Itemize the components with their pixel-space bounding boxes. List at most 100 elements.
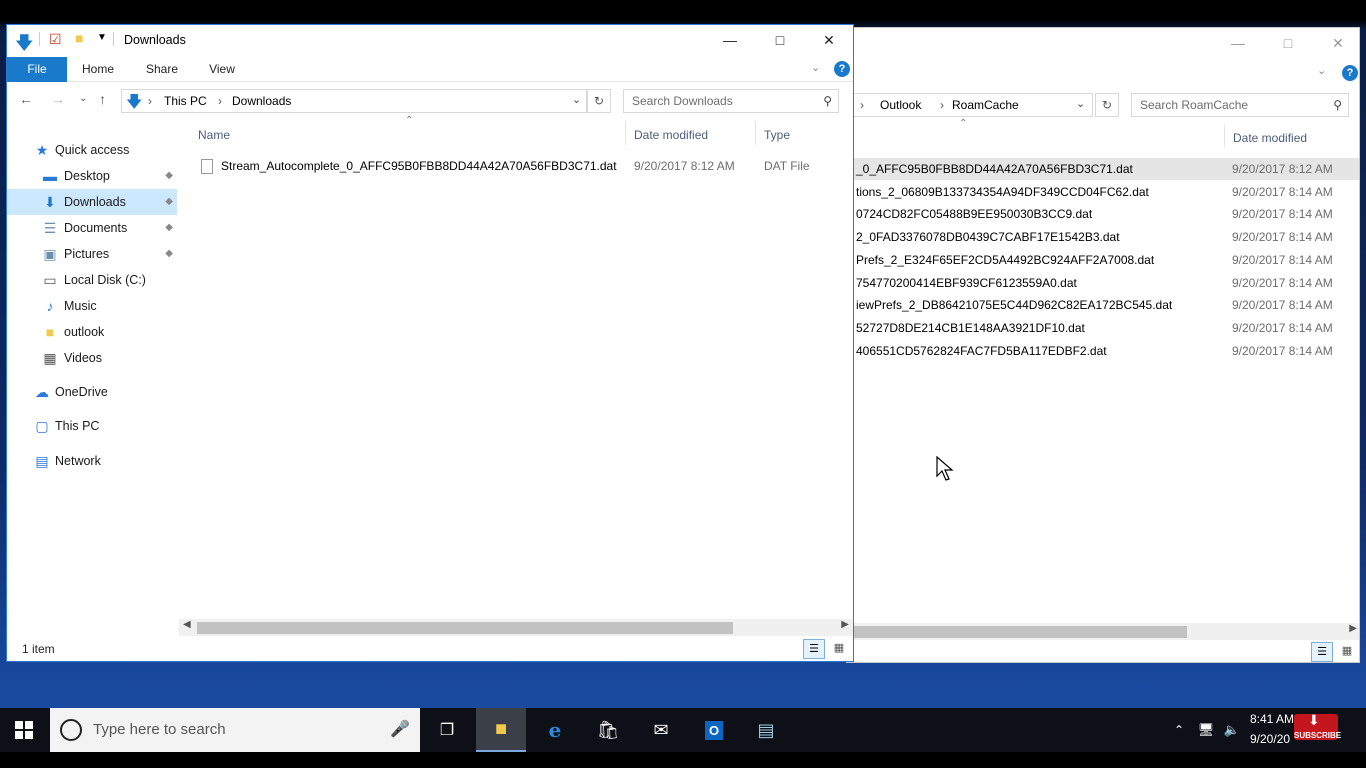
scroll-left-icon[interactable]: ◀ [183, 619, 191, 630]
volume-muted-icon[interactable]: 🔈 [1220, 708, 1244, 752]
file-name[interactable]: 52727D8DE214CB1E148AA3921DF10.dat [856, 317, 1085, 339]
scrollbar-thumb[interactable] [847, 626, 1187, 638]
edge-browser-icon[interactable]: e [530, 708, 580, 752]
file-name[interactable]: Prefs_2_E324F65EF2CD5A4492BC924AFF2A7008… [856, 249, 1154, 271]
store-icon[interactable]: 🛍 [584, 708, 632, 752]
pin-icon[interactable]: ◆ [165, 189, 173, 215]
file-name[interactable]: _0_AFFC95B0FBB8DD44A42A70A56FBD3C71.dat [856, 158, 1133, 180]
file-name[interactable]: 406551CD5762824FAC7FD5BA117EDBF2.dat [856, 340, 1107, 362]
sidebar-item-desktop[interactable]: ▬Desktop◆ [7, 163, 177, 189]
show-hidden-icons-chevron-icon[interactable]: ⌃ [1168, 708, 1190, 752]
breadcrumb-downloads[interactable]: Downloads [232, 94, 291, 108]
tab-file[interactable]: File [7, 57, 67, 82]
table-row[interactable]: 0724CD82FC05488B9EE950030B3CC9.dat9/20/2… [847, 203, 1359, 225]
clock-date[interactable]: 9/20/20 [1250, 732, 1290, 746]
refresh-button[interactable]: ↻ [587, 89, 611, 113]
quick-access-toolbar-dropdown-icon[interactable]: ▼ [97, 32, 107, 43]
pin-icon[interactable]: ◆ [165, 215, 173, 241]
chevron-down-icon[interactable]: ⌄ [572, 93, 581, 106]
table-row[interactable]: Prefs_2_E324F65EF2CD5A4492BC924AFF2A7008… [847, 249, 1359, 271]
taskbar-search-box[interactable]: Type here to search 🎤 [50, 708, 420, 752]
tab-view[interactable]: View [197, 57, 247, 82]
sidebar-item-pictures[interactable]: ▣Pictures◆ [7, 241, 177, 267]
scroll-right-icon[interactable]: ▶ [841, 619, 849, 630]
notepad-app-icon[interactable]: ▤ [742, 708, 790, 752]
table-row[interactable]: 406551CD5762824FAC7FD5BA117EDBF2.dat9/20… [847, 340, 1359, 362]
help-icon[interactable]: ? [834, 61, 850, 77]
properties-icon[interactable]: ☑ [49, 31, 62, 48]
chevron-down-icon[interactable]: ⌄ [1076, 97, 1085, 110]
search-input[interactable]: Search Downloads ⚲ [623, 89, 839, 113]
outlook-icon[interactable]: O [690, 708, 738, 752]
table-row[interactable]: iewPrefs_2_DB86421075E5C44D962C82EA172BC… [847, 294, 1359, 316]
network-status-icon[interactable]: 🖥 [1194, 708, 1218, 752]
sidebar-item-downloads[interactable]: ⬇Downloads◆ [7, 189, 177, 215]
sidebar-item-documents[interactable]: ☰Documents◆ [7, 215, 177, 241]
search-input[interactable]: Search RoamCache ⚲ [1131, 93, 1349, 117]
file-name[interactable]: Stream_Autocomplete_0_AFFC95B0FBB8DD44A4… [221, 155, 617, 177]
table-row[interactable]: 754770200414EBF939CF6123559A0.dat9/20/20… [847, 272, 1359, 294]
details-view-icon[interactable]: ☰ [1311, 642, 1333, 662]
details-view-icon[interactable]: ☰ [803, 639, 825, 659]
back-arrow-icon[interactable]: ← [19, 91, 33, 107]
up-arrow-icon[interactable]: ↑ [99, 91, 106, 107]
column-header-date-modified[interactable]: Date modified [634, 128, 708, 142]
large-icons-view-icon[interactable]: ▦ [829, 639, 849, 659]
column-header-date-modified[interactable]: Date modified [1233, 131, 1307, 145]
sidebar-item-outlook[interactable]: ■outlook [7, 319, 177, 345]
table-row[interactable]: 52727D8DE214CB1E148AA3921DF10.dat9/20/20… [847, 317, 1359, 339]
start-button[interactable] [0, 708, 48, 752]
horizontal-scrollbar[interactable]: ▶ [847, 623, 1360, 640]
ribbon-expand-icon[interactable]: ⌄ [1317, 64, 1326, 77]
help-icon[interactable]: ? [1342, 65, 1358, 81]
address-bar[interactable]: › Outlook › RoamCache ⌄ [846, 93, 1093, 117]
pin-icon[interactable]: ◆ [165, 163, 173, 189]
table-row[interactable]: 2_0FAD3376078DB0439C7CABF17E1542B3.dat9/… [847, 226, 1359, 248]
sidebar-item-network[interactable]: ▤Network [7, 448, 177, 474]
file-name[interactable]: tions_2_06809B133734354A94DF349CCD04FC62… [856, 181, 1149, 203]
sidebar-item-videos[interactable]: ▦Videos [7, 345, 177, 371]
forward-arrow-icon[interactable]: → [51, 91, 65, 107]
breadcrumb-outlook[interactable]: Outlook [880, 98, 921, 112]
tab-share[interactable]: Share [137, 57, 187, 82]
pin-icon[interactable]: ◆ [165, 241, 173, 267]
ribbon-expand-icon[interactable]: ⌄ [811, 61, 820, 74]
maximize-button[interactable]: □ [757, 25, 803, 55]
breadcrumb-roamcache[interactable]: RoamCache [952, 98, 1019, 112]
file-name[interactable]: iewPrefs_2_DB86421075E5C44D962C82EA172BC… [856, 294, 1172, 316]
sidebar-item-this-pc[interactable]: ▢This PC [7, 413, 177, 439]
roamcache-window[interactable]: — □ ✕ ⌄ ? › Outlook › RoamCache ⌄ ↻ Sear… [846, 27, 1360, 663]
large-icons-view-icon[interactable]: ▦ [1337, 642, 1357, 662]
scrollbar-thumb[interactable] [197, 622, 733, 634]
breadcrumb-this-pc[interactable]: This PC [164, 94, 207, 108]
new-folder-icon[interactable]: ■ [75, 30, 83, 46]
address-bar[interactable]: 🡇 › This PC › Downloads ⌄ [121, 89, 587, 113]
mail-icon[interactable]: ✉ [636, 708, 686, 752]
file-name[interactable]: 2_0FAD3376078DB0439C7CABF17E1542B3.dat [856, 226, 1120, 248]
tab-home[interactable]: Home [73, 57, 123, 82]
sidebar-item-quick-access[interactable]: ★Quick access [7, 137, 177, 163]
close-button[interactable]: ✕ [806, 25, 852, 55]
task-view-icon[interactable]: ❐ [424, 708, 470, 752]
file-explorer-icon[interactable]: ■ [476, 708, 526, 752]
sidebar-item-local-disk-c[interactable]: ▭Local Disk (C:) [7, 267, 177, 293]
close-button[interactable]: ✕ [1315, 28, 1360, 58]
maximize-button[interactable]: □ [1265, 28, 1311, 58]
table-row[interactable]: Stream_Autocomplete_0_AFFC95B0FBB8DD44A4… [197, 155, 837, 177]
downloads-window[interactable]: 🡇 ☑ ■ ▼ Downloads — □ ✕ File Home Share … [6, 24, 854, 662]
microphone-icon[interactable]: 🎤 [390, 708, 410, 752]
file-name[interactable]: 754770200414EBF939CF6123559A0.dat [856, 272, 1077, 294]
minimize-button[interactable]: — [1215, 28, 1261, 58]
file-name[interactable]: 0724CD82FC05488B9EE950030B3CC9.dat [856, 203, 1092, 225]
sidebar-item-onedrive[interactable]: ☁OneDrive [7, 379, 177, 405]
refresh-button[interactable]: ↻ [1095, 93, 1119, 117]
sidebar-item-music[interactable]: ♪Music [7, 293, 177, 319]
minimize-button[interactable]: — [707, 25, 753, 55]
column-header-name[interactable]: Name [198, 128, 230, 142]
recent-locations-icon[interactable]: ⌄ [79, 93, 87, 104]
table-row[interactable]: _0_AFFC95B0FBB8DD44A42A70A56FBD3C71.dat9… [847, 158, 1359, 180]
column-header-type[interactable]: Type [764, 128, 790, 142]
scroll-right-icon[interactable]: ▶ [1349, 623, 1357, 634]
clock-time[interactable]: 8:41 AM [1250, 712, 1294, 726]
table-row[interactable]: tions_2_06809B133734354A94DF349CCD04FC62… [847, 181, 1359, 203]
